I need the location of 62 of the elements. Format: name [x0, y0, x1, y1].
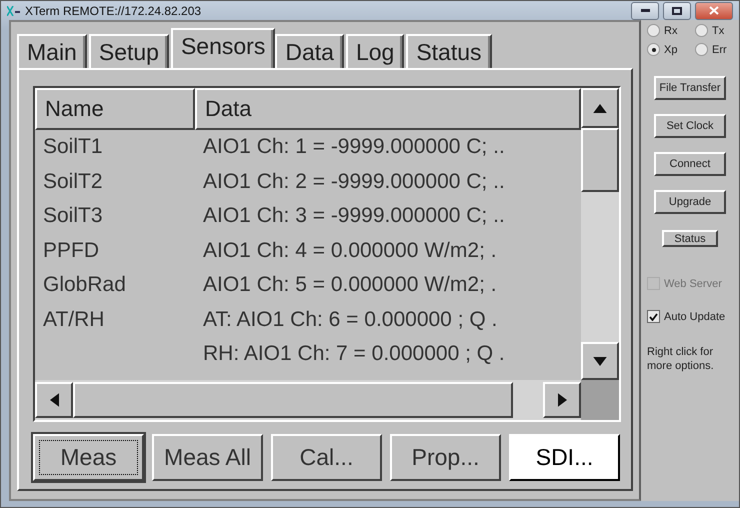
close-icon [709, 6, 719, 15]
scrollbar-corner [581, 380, 619, 420]
table-cell-text: AIO1 Ch: 1 = -9999.000000 C; .. [202, 135, 506, 160]
side-button[interactable]: Connect [654, 152, 726, 176]
tab[interactable]: Setup [88, 34, 169, 68]
side-button[interactable]: Upgrade [654, 190, 726, 214]
radio-button[interactable] [695, 43, 708, 56]
table-cell-text: SoilT3 [42, 204, 104, 228]
radio-button[interactable] [647, 24, 660, 37]
checkbox-label: Auto Update [664, 310, 726, 322]
radio-label: Rx [664, 24, 678, 36]
radio-label: Xp [664, 44, 678, 56]
maximize-button[interactable] [663, 2, 691, 20]
column-header[interactable]: Data [195, 88, 581, 130]
side-button[interactable]: Status [662, 230, 718, 247]
table-cell-text: AT/RH [42, 308, 106, 332]
table-cell-text: AIO1 Ch: 4 = 0.000000 W/m2; . [202, 238, 498, 263]
table-cell-text: AIO1 Ch: 2 = -9999.000000 C; .. [202, 170, 506, 194]
scroll-thumb[interactable] [581, 128, 619, 192]
checkbox-label: Web Server [664, 278, 722, 290]
table-cell-text: SoilT2 [42, 170, 104, 194]
minimize-button[interactable] [631, 2, 659, 20]
table-cell-text: AIO1 Ch: 3 = -9999.000000 C; .. [202, 204, 506, 228]
radio-button[interactable] [647, 43, 660, 56]
action-button[interactable]: Cal... [271, 434, 382, 481]
table-cell-text: SoilT1 [42, 135, 104, 160]
column-header[interactable]: Name [35, 88, 195, 130]
checkbox[interactable] [647, 310, 660, 323]
table-cell-text: GlobRad [42, 273, 127, 298]
tab[interactable]: Sensors [170, 28, 276, 68]
scroll-up-button[interactable] [581, 88, 619, 128]
scroll-thumb[interactable] [73, 382, 513, 418]
table-cell-text: AT: AIO1 Ch: 6 = 0.000000 ; Q . [202, 308, 498, 332]
tab[interactable]: Data [275, 34, 344, 68]
window-title: XTerm REMOTE://172.24.82.203 [25, 4, 202, 18]
left-arrow-icon [50, 393, 58, 407]
side-button[interactable]: Set Clock [654, 114, 726, 138]
right-arrow-icon [558, 393, 566, 407]
table-cell-text: RH: AIO1 Ch: 7 = 0.000000 ; Q . [202, 342, 506, 366]
action-button[interactable]: Prop... [390, 434, 501, 481]
action-button[interactable]: Meas All [152, 434, 263, 481]
down-arrow-icon [593, 356, 607, 366]
hint-text: Right click for more options. [647, 345, 715, 373]
action-button[interactable]: Meas [33, 434, 144, 481]
action-button[interactable]: SDI... [509, 434, 620, 481]
tab[interactable]: Log [346, 34, 404, 68]
up-arrow-icon [593, 104, 607, 112]
table-cell-text: AIO1 Ch: 5 = 0.000000 W/m2; . [202, 273, 498, 298]
close-button[interactable] [695, 2, 733, 20]
tab[interactable]: Main [17, 34, 87, 68]
app-logo-icon [7, 6, 21, 16]
minimize-icon [640, 9, 650, 12]
table-cell-text: PPFD [42, 238, 100, 263]
radio-label: Tx [712, 24, 724, 36]
scroll-right-button[interactable] [543, 382, 581, 418]
maximize-icon [672, 6, 682, 14]
scroll-left-button[interactable] [35, 382, 73, 418]
tab[interactable]: Status [406, 34, 492, 68]
scroll-down-button[interactable] [581, 342, 619, 380]
side-button[interactable]: File Transfer [654, 76, 726, 100]
radio-label: Err [712, 44, 727, 56]
radio-button[interactable] [695, 24, 708, 37]
